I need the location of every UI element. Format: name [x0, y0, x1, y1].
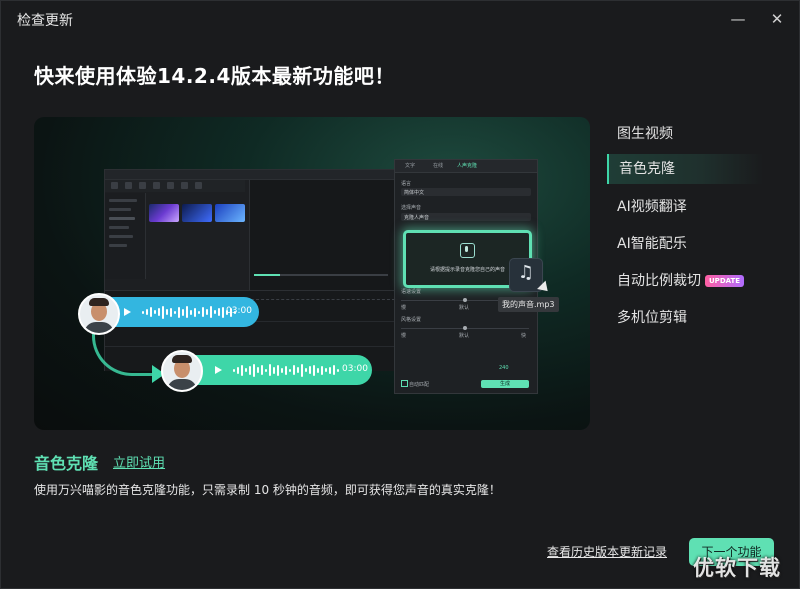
voice-label: 选择声音 — [401, 205, 422, 211]
media-thumbnail — [182, 204, 212, 222]
waveform — [142, 305, 236, 319]
player-progress — [254, 274, 388, 276]
watermark-logo: 优软下载 — [693, 556, 781, 580]
editor-topbar — [105, 170, 395, 180]
feature-description: 使用万兴喵影的音色克隆功能，只需录制 10 秒钟的音频，即可获得您声音的真实克隆… — [34, 483, 501, 497]
pitch-slider — [401, 326, 529, 330]
pitch-label: 风格设置 — [401, 317, 422, 323]
menu-item-ai-music[interactable]: AI智能配乐 — [607, 229, 763, 259]
menu-item-image-to-video[interactable]: 图生视频 — [607, 119, 763, 149]
sidebar-line — [109, 208, 131, 211]
sidebar-line — [109, 226, 129, 229]
media-thumbnail — [215, 204, 245, 222]
update-badge: UPDATE — [705, 275, 745, 287]
tool-icon — [167, 182, 174, 189]
pitch-default-label: 默认 — [459, 333, 470, 339]
music-file-caption: 我的声音.mp3 — [498, 297, 559, 312]
pitch-slow-label: 慢 — [401, 333, 407, 339]
language-label: 语言 — [401, 181, 412, 187]
pitch-slider-knob — [463, 326, 467, 330]
voice-select: 克隆人声音 — [401, 213, 531, 221]
sidebar-line — [109, 217, 135, 220]
language-value: 简体中文 — [404, 190, 425, 196]
speaker-avatar — [78, 293, 120, 335]
speed-slow-label: 慢 — [401, 305, 407, 311]
cloned-clip-time: 03:00 — [342, 364, 368, 374]
sidebar-line — [109, 199, 137, 202]
sidebar-line — [109, 235, 133, 238]
editor-sidebar — [105, 193, 146, 279]
window-title: 检查更新 — [17, 13, 73, 29]
speed-slider-knob — [463, 298, 467, 302]
page-headline: 快来使用体验14.2.4版本最新功能吧！ — [34, 64, 395, 88]
original-clip-time: 03:00 — [226, 306, 252, 316]
try-now-link[interactable]: 立即试用 — [113, 452, 165, 471]
auto-align-checkbox — [401, 380, 408, 387]
mic-icon — [465, 246, 468, 252]
player-progress-fill — [254, 274, 280, 276]
menu-item-voice-clone[interactable]: 音色克隆 — [607, 154, 763, 184]
language-select: 简体中文 — [401, 188, 531, 196]
tool-icon — [195, 182, 202, 189]
menu-item-ai-video-translate[interactable]: AI视频翻译 — [607, 192, 763, 222]
generate-button: 生成 — [481, 380, 529, 388]
minimize-button[interactable]: — — [727, 8, 749, 30]
media-thumbnail — [149, 204, 179, 222]
speed-default-label: 默认 — [459, 305, 470, 311]
pitch-fast-label: 快 — [521, 333, 527, 339]
speaker-avatar — [161, 350, 203, 392]
speed-label: 语速设置 — [401, 289, 422, 295]
credits-value: 240 — [499, 365, 509, 371]
feature-preview-image: 文字 在线 人声克隆 语言 简体中文 选择声音 克隆人声音 请根据提示录音克隆您… — [34, 117, 590, 430]
panel-tabs: 文字 在线 人声克隆 — [395, 160, 537, 173]
tool-icon — [181, 182, 188, 189]
auto-align-label: 自动匹配 — [409, 382, 430, 388]
close-button[interactable]: ✕ — [766, 8, 788, 30]
play-icon — [124, 308, 131, 316]
tool-icon — [125, 182, 132, 189]
voice-value: 克隆人声音 — [404, 215, 430, 221]
tool-icon — [111, 182, 118, 189]
tool-icon — [153, 182, 160, 189]
panel-tab-online: 在线 — [433, 163, 444, 169]
tool-icon — [139, 182, 146, 189]
version-history-link[interactable]: 查看历史版本更新记录 — [547, 543, 667, 560]
music-note-icon: ♫ — [517, 262, 535, 283]
feature-title: 音色克隆 — [34, 454, 99, 473]
editor-toolbar — [105, 180, 245, 192]
panel-tab-voice-clone: 人声克隆 — [457, 163, 478, 169]
sidebar-line — [109, 244, 127, 247]
play-icon — [215, 366, 222, 374]
menu-item-multicam[interactable]: 多机位剪辑 — [607, 303, 763, 333]
panel-tab-text: 文字 — [405, 163, 416, 169]
title-bar: 检查更新 — ✕ — [0, 0, 800, 38]
waveform — [233, 363, 339, 377]
editor-player — [249, 180, 396, 290]
